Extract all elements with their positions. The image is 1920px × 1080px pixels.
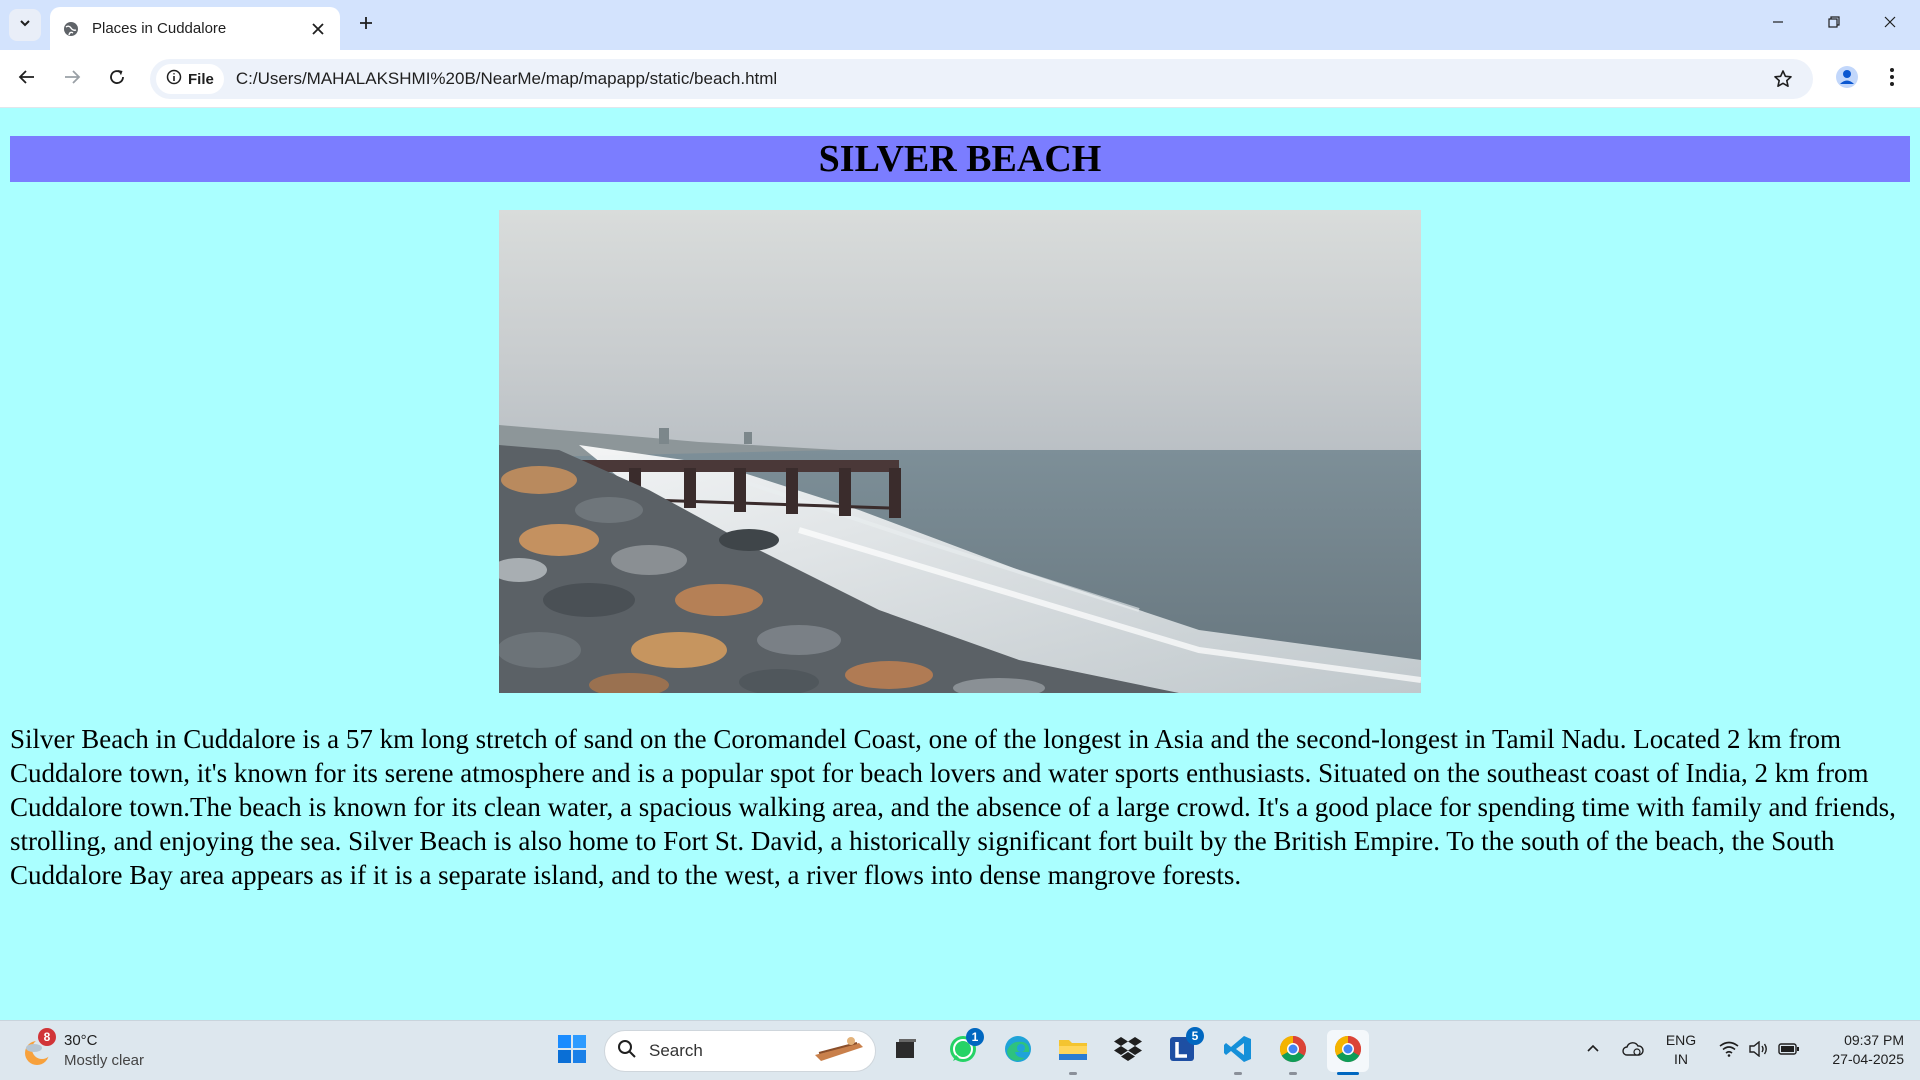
start-button[interactable] bbox=[551, 1030, 593, 1072]
address-bar[interactable]: File C:/Users/MAHALAKSHMI%20B/NearMe/map… bbox=[150, 59, 1813, 99]
url-text[interactable]: C:/Users/MAHALAKSHMI%20B/NearMe/map/mapa… bbox=[236, 69, 1765, 89]
tab-strip: Places in Cuddalore bbox=[0, 0, 1920, 50]
page-title: SILVER BEACH bbox=[818, 138, 1102, 180]
clock-time: 09:37 PM bbox=[1844, 1032, 1904, 1048]
new-tab-button[interactable] bbox=[350, 9, 382, 41]
language-indicator[interactable]: ENG IN bbox=[1658, 1031, 1704, 1069]
taskbar-edge[interactable] bbox=[997, 1030, 1039, 1072]
chevron-up-icon bbox=[1586, 1042, 1600, 1061]
active-tab[interactable]: Places in Cuddalore bbox=[50, 7, 340, 50]
weather-widget[interactable]: 8 30°C Mostly clear bbox=[20, 1028, 145, 1073]
reload-button[interactable] bbox=[99, 61, 135, 97]
chrome-running-indicator bbox=[1289, 1072, 1297, 1075]
vscode-running-indicator bbox=[1234, 1072, 1242, 1075]
page-title-bar: SILVER BEACH bbox=[10, 136, 1910, 182]
task-view-button[interactable] bbox=[885, 1030, 927, 1072]
taskbar-vscode[interactable] bbox=[1217, 1030, 1259, 1075]
show-hidden-icons-button[interactable] bbox=[1578, 1021, 1608, 1080]
kebab-menu-icon bbox=[1889, 67, 1895, 92]
info-icon bbox=[166, 69, 182, 89]
chrome-icon bbox=[1278, 1034, 1308, 1069]
restore-button[interactable] bbox=[1806, 0, 1862, 48]
reload-icon bbox=[108, 68, 126, 91]
beach-description: Silver Beach in Cuddalore is a 57 km lon… bbox=[10, 724, 1896, 890]
search-icon bbox=[617, 1039, 637, 1064]
taskbar-file-explorer[interactable] bbox=[1052, 1030, 1094, 1075]
dropbox-icon bbox=[1113, 1035, 1143, 1068]
taskbar-dropbox[interactable] bbox=[1107, 1030, 1149, 1072]
onedrive-tray-button[interactable] bbox=[1618, 1021, 1648, 1080]
wifi-tray-button[interactable] bbox=[1715, 1021, 1743, 1080]
tab-title: Places in Cuddalore bbox=[92, 20, 227, 37]
restore-icon bbox=[1828, 15, 1840, 33]
battery-icon bbox=[1778, 1042, 1800, 1061]
windows-logo-icon bbox=[557, 1034, 587, 1069]
volume-tray-button[interactable] bbox=[1745, 1021, 1773, 1080]
language-line1: ENG bbox=[1665, 1032, 1697, 1048]
beach-photo bbox=[499, 210, 1421, 693]
chrome-active-indicator bbox=[1337, 1072, 1359, 1075]
taskbar-teams[interactable]: 5 bbox=[1162, 1027, 1204, 1072]
browser-menu-button[interactable] bbox=[1874, 61, 1910, 97]
plus-icon bbox=[358, 15, 374, 36]
minimize-icon bbox=[1772, 15, 1784, 33]
vscode-icon bbox=[1223, 1034, 1253, 1069]
speaker-icon bbox=[1749, 1040, 1769, 1062]
person-icon bbox=[1835, 65, 1859, 94]
tab-search-button[interactable] bbox=[9, 9, 41, 41]
task-view-icon bbox=[893, 1036, 919, 1067]
arrow-left-icon bbox=[18, 68, 36, 91]
profile-button[interactable] bbox=[1829, 61, 1865, 97]
teams-badge: 5 bbox=[1186, 1027, 1204, 1045]
wifi-icon bbox=[1719, 1041, 1739, 1062]
folder-icon bbox=[1058, 1036, 1088, 1067]
arrow-right-icon bbox=[63, 68, 81, 91]
close-icon bbox=[1884, 15, 1896, 33]
site-info-chip[interactable]: File bbox=[156, 64, 224, 94]
page-content: SILVER BEACH Silver Beach in Cuddalore i… bbox=[0, 108, 1920, 1020]
close-window-button[interactable] bbox=[1862, 0, 1918, 48]
globe-icon bbox=[62, 20, 80, 38]
clock-date: 27-04-2025 bbox=[1832, 1051, 1904, 1067]
taskbar-whatsapp[interactable]: 1 bbox=[942, 1028, 984, 1072]
edge-icon bbox=[1003, 1034, 1033, 1069]
taskbar-clock[interactable]: 09:37 PM 27-04-2025 bbox=[1810, 1031, 1904, 1069]
site-chip-label: File bbox=[188, 70, 214, 88]
chrome-icon bbox=[1333, 1034, 1363, 1069]
weather-moon-icon: 8 bbox=[20, 1028, 56, 1068]
search-highlight-icon bbox=[813, 1035, 865, 1068]
language-line2: IN bbox=[1674, 1051, 1688, 1067]
weather-condition: Mostly clear bbox=[64, 1052, 145, 1069]
forward-button[interactable] bbox=[54, 61, 90, 97]
browser-toolbar: File C:/Users/MAHALAKSHMI%20B/NearMe/map… bbox=[0, 50, 1920, 108]
cloud-sync-icon bbox=[1622, 1041, 1644, 1062]
chevron-down-icon bbox=[18, 16, 32, 35]
bookmark-star-icon[interactable] bbox=[1765, 61, 1801, 97]
taskbar-search[interactable]: Search bbox=[604, 1030, 876, 1072]
weather-temp: 30°C bbox=[64, 1032, 98, 1049]
battery-tray-button[interactable] bbox=[1775, 1021, 1803, 1080]
taskbar-chrome[interactable] bbox=[1272, 1030, 1314, 1075]
whatsapp-badge: 1 bbox=[966, 1028, 984, 1046]
file-explorer-running-indicator bbox=[1069, 1072, 1077, 1075]
back-button[interactable] bbox=[9, 61, 45, 97]
weather-badge: 8 bbox=[38, 1028, 56, 1046]
taskbar-chrome-active[interactable] bbox=[1327, 1030, 1369, 1075]
minimize-button[interactable] bbox=[1750, 0, 1806, 48]
windows-taskbar: 8 30°C Mostly clear Search 1 5 ENG IN 09… bbox=[0, 1020, 1920, 1080]
search-label: Search bbox=[649, 1041, 703, 1060]
close-tab-icon[interactable] bbox=[304, 15, 332, 43]
